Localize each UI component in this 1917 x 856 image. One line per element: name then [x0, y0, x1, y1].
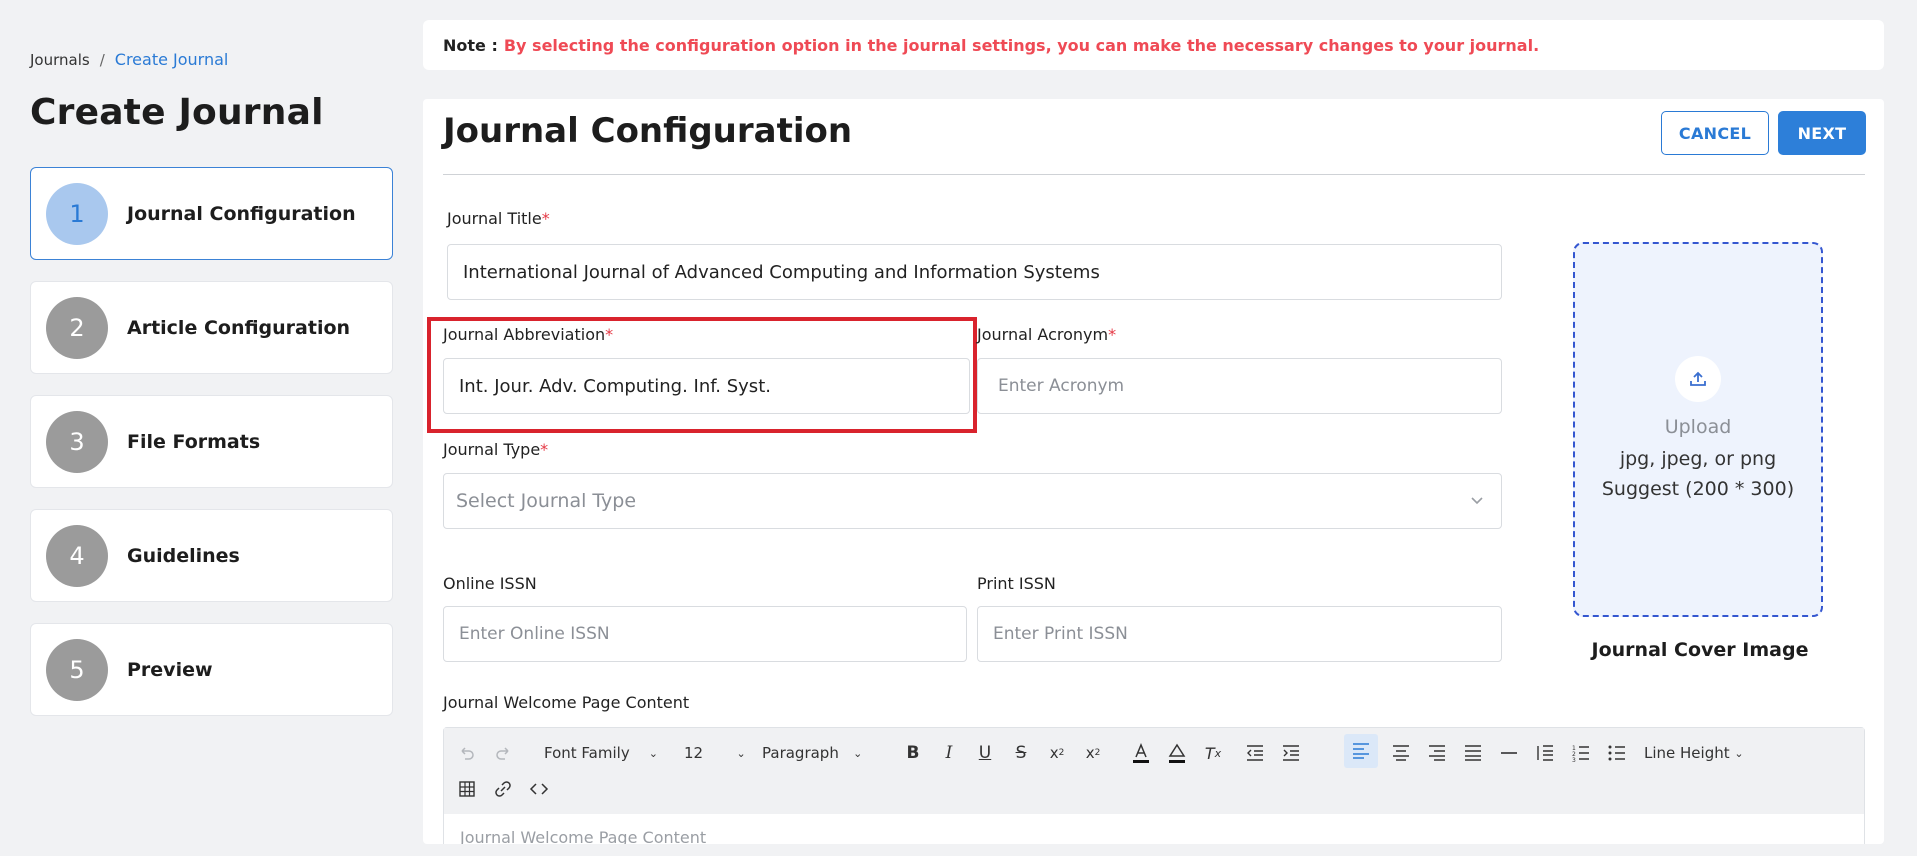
step-label: File Formats [127, 430, 261, 453]
note-label: Note : [443, 35, 498, 55]
chevron-down-icon: ⌄ [853, 746, 863, 760]
step-file-formats[interactable]: 3 File Formats [30, 395, 393, 488]
line-spacing-icon[interactable] [1532, 738, 1558, 768]
breadcrumb: Journals / Create Journal [30, 50, 228, 69]
line-height-value: Line Height [1644, 744, 1730, 762]
journal-acronym-input[interactable]: Enter Acronym [977, 358, 1502, 414]
print-issn-label: Print ISSN [977, 574, 1056, 593]
journal-configuration-panel: Journal Configuration CANCEL NEXT Journa… [423, 99, 1884, 844]
font-size-value: 12 [684, 744, 704, 762]
cover-image-dropzone[interactable]: Upload jpg, jpeg, or png Suggest (200 * … [1573, 242, 1823, 617]
upload-formats: jpg, jpeg, or png [1619, 447, 1777, 470]
panel-title: Journal Configuration [443, 111, 853, 151]
journal-type-label-text: Journal Type [443, 440, 541, 459]
block-format-value: Paragraph [762, 744, 839, 762]
step-label: Article Configuration [127, 316, 351, 339]
clear-formatting-icon[interactable]: Tx [1200, 738, 1226, 768]
divider [443, 174, 1865, 175]
welcome-content-label: Journal Welcome Page Content [443, 693, 690, 712]
upload-icon [1675, 355, 1721, 402]
chevron-down-icon: ⌄ [736, 746, 746, 760]
text-color-icon[interactable] [1128, 738, 1154, 768]
cancel-button[interactable]: CANCEL [1661, 111, 1769, 155]
upload-suggest: Suggest (200 * 300) [1601, 477, 1795, 500]
link-icon[interactable] [490, 774, 516, 804]
journal-abbreviation-input[interactable]: Int. Jour. Adv. Computing. Inf. Syst. [443, 358, 970, 414]
journal-abbreviation-label-text: Journal Abbreviation [443, 325, 606, 344]
journal-type-label: Journal Type* [443, 440, 548, 459]
indent-icon[interactable] [1278, 738, 1304, 768]
undo-icon[interactable] [454, 738, 480, 768]
superscript-icon[interactable]: x2 [1080, 738, 1106, 768]
online-issn-label: Online ISSN [443, 574, 537, 593]
step-number: 4 [46, 524, 108, 587]
highlight-color-icon[interactable] [1164, 738, 1190, 768]
step-label: Journal Configuration [127, 202, 356, 225]
breadcrumb-current: Create Journal [114, 50, 229, 69]
note-banner: Note : By selecting the configuration op… [423, 20, 1884, 70]
outdent-icon[interactable] [1242, 738, 1268, 768]
bullet-list-icon[interactable] [1604, 738, 1630, 768]
required-mark: * [1108, 325, 1117, 344]
journal-acronym-label: Journal Acronym* [977, 325, 1116, 344]
subscript-icon[interactable]: x2 [1044, 738, 1070, 768]
journal-acronym-label-text: Journal Acronym [977, 325, 1109, 344]
step-label: Preview [127, 658, 213, 681]
font-size-dropdown[interactable]: 12 ⌄ [684, 738, 746, 768]
chevron-down-icon: ⌄ [1734, 746, 1744, 760]
step-number: 2 [46, 296, 108, 359]
strikethrough-icon[interactable]: S [1008, 738, 1034, 768]
font-family-value: Font Family [544, 744, 630, 762]
step-guidelines[interactable]: 4 Guidelines [30, 509, 393, 602]
editor-content-area[interactable]: Journal Welcome Page Content [460, 828, 706, 844]
breadcrumb-separator: / [99, 50, 105, 69]
redo-icon[interactable] [490, 738, 516, 768]
font-family-dropdown[interactable]: Font Family ⌄ [544, 738, 658, 768]
breadcrumb-journals-link[interactable]: Journals [30, 51, 90, 69]
chevron-down-icon: ⌄ [648, 746, 658, 760]
underline-icon[interactable]: U [972, 738, 998, 768]
next-button[interactable]: NEXT [1778, 111, 1866, 155]
bold-icon[interactable]: B [900, 738, 926, 768]
print-issn-input[interactable]: Enter Print ISSN [977, 606, 1502, 662]
journal-abbreviation-label: Journal Abbreviation* [443, 325, 613, 344]
editor-toolbar: Font Family ⌄ 12 ⌄ Paragraph ⌄ B I U S x… [444, 728, 1864, 814]
code-view-icon[interactable] [526, 774, 552, 804]
online-issn-input[interactable]: Enter Online ISSN [443, 606, 967, 662]
upload-title: Upload [1664, 415, 1732, 438]
align-justify-icon[interactable] [1460, 738, 1486, 768]
table-icon[interactable] [454, 774, 480, 804]
journal-title-label-text: Journal Title [447, 209, 542, 228]
cover-image-caption: Journal Cover Image [1591, 639, 1809, 661]
align-right-icon[interactable] [1424, 738, 1450, 768]
line-height-dropdown[interactable]: Line Height ⌄ [1644, 738, 1744, 768]
journal-title-label: Journal Title* [447, 209, 550, 228]
step-number: 3 [46, 410, 108, 473]
horizontal-rule-icon[interactable] [1496, 738, 1522, 768]
required-mark: * [540, 440, 549, 459]
required-mark: * [541, 209, 550, 228]
page-title: Create Journal [30, 92, 324, 133]
step-number: 1 [46, 182, 108, 245]
align-left-icon[interactable] [1344, 734, 1378, 768]
block-format-dropdown[interactable]: Paragraph ⌄ [762, 738, 862, 768]
step-preview[interactable]: 5 Preview [30, 623, 393, 716]
step-list: 1 Journal Configuration 2 Article Config… [30, 167, 393, 737]
step-number: 5 [46, 638, 108, 701]
step-article-configuration[interactable]: 2 Article Configuration [30, 281, 393, 374]
note-text: By selecting the configuration option in… [503, 35, 1540, 55]
numbered-list-icon[interactable]: 123 [1568, 738, 1594, 768]
svg-text:3: 3 [1572, 757, 1576, 762]
required-mark: * [605, 325, 614, 344]
italic-icon[interactable]: I [936, 738, 962, 768]
rich-text-editor: Font Family ⌄ 12 ⌄ Paragraph ⌄ B I U S x… [443, 727, 1865, 844]
journal-title-input[interactable]: International Journal of Advanced Comput… [447, 244, 1502, 300]
journal-type-placeholder: Select Journal Type [456, 490, 637, 512]
journal-type-select[interactable]: Select Journal Type [443, 473, 1502, 529]
step-journal-configuration[interactable]: 1 Journal Configuration [30, 167, 393, 260]
chevron-down-icon [1471, 497, 1483, 505]
step-label: Guidelines [127, 544, 240, 567]
align-center-icon[interactable] [1388, 738, 1414, 768]
